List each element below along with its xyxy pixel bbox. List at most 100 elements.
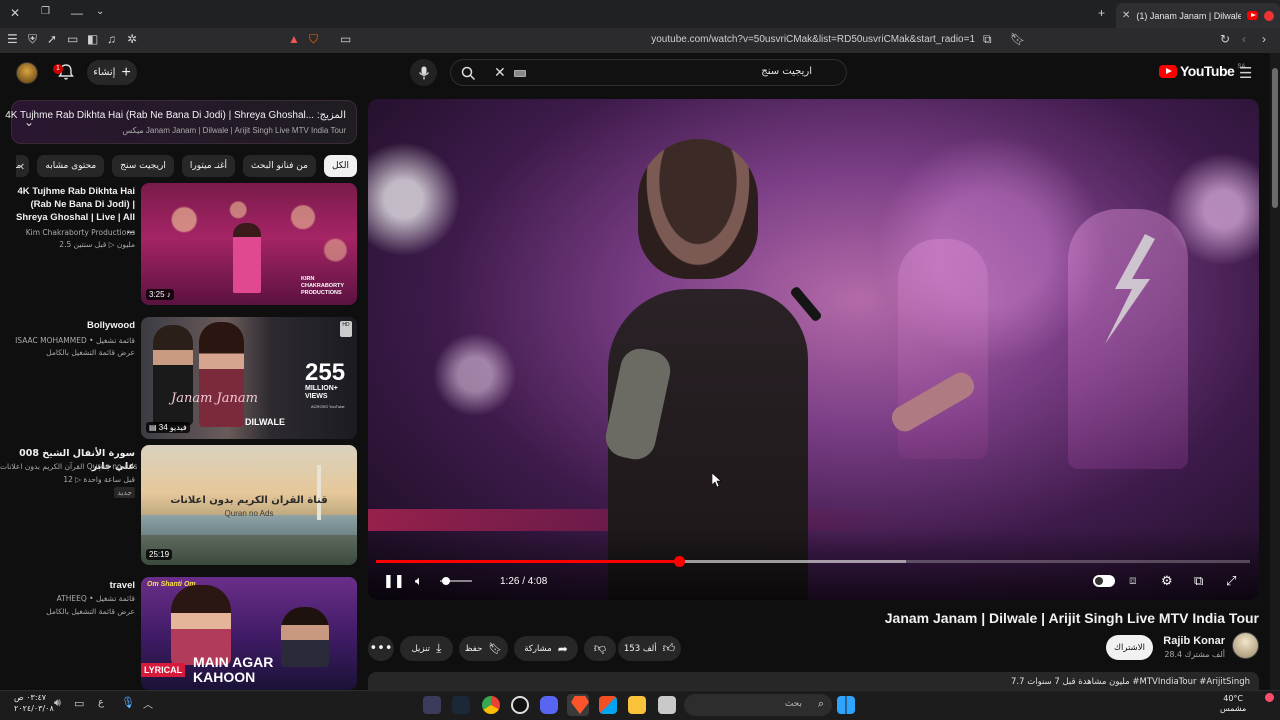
bookmark-icon[interactable]: 🔖︎ [1010,32,1025,46]
fullscreen-icon[interactable]: ⤢ [1226,573,1236,589]
search-icon[interactable] [461,66,476,81]
chip-related-1[interactable]: أغنـ ميتورا [181,155,236,177]
playlist-owner[interactable]: ISAAC MOHAMMED • قائمة تشغيل [0,335,135,346]
music-icon[interactable]: ♫ [107,32,116,46]
related-playlist-item[interactable]: Om Shanti Om LYRICAL MAIN AGAR KAHOON tr… [0,577,357,690]
keyboard-icon[interactable] [514,70,526,77]
reload-icon[interactable]: ↻ [1220,32,1230,46]
playlist-title[interactable]: travel [10,579,135,592]
shield-icon[interactable]: ⛨ [28,32,37,47]
tab-list-chevron-icon[interactable]: ⌄ [96,6,104,17]
like-button[interactable]: 153 ألف 👍︎ [618,636,681,661]
share-button[interactable]: مشاركة ➦ [514,636,578,661]
youtube-logo[interactable]: YouTube SA [1159,63,1245,79]
chip-arijit-singh[interactable]: اريجيت سنج [112,155,174,177]
lake-graphic [141,515,357,535]
screen-cast-icon[interactable]: ▭ [340,32,351,46]
close-tab-icon[interactable]: ✕ [1122,10,1130,21]
related-playlist-item[interactable]: Janam Janam 255 MILLION+ VIEWS ACROSS Yo… [0,317,357,439]
chips-scroll-left-icon[interactable]: ‹ [20,158,24,173]
create-button[interactable]: إنشاء + [87,60,137,85]
taskbar-github-icon[interactable] [511,696,529,714]
speaker-icon[interactable]: 🔊︎ [54,697,61,710]
thumbnail-film-text: DILWALE [245,417,285,427]
view-full-playlist-link[interactable]: عرض قائمة التشغيل بالكامل [0,606,135,617]
video-views: 2.5 مليون ▷ قبل سنتين [59,240,135,249]
thumbnail-lyrical-label: LYRICAL [141,663,186,677]
pause-icon[interactable]: ❚❚ [383,573,405,589]
chip-similar[interactable]: محتوى مشابه [37,155,105,177]
related-video-item[interactable]: KIRN CHAKRABORTY PRODUCTIONS 3:25 ♪ 4K T… [0,183,357,305]
audio-playing-icon[interactable] [1264,10,1274,21]
taskbar-task-view-icon[interactable] [658,696,676,714]
miniplayer-icon[interactable]: ⧉ [1194,573,1203,589]
channel-name[interactable]: Kim Chakraborty Productions [0,227,135,238]
new-tab-plus-icon[interactable]: + [1098,6,1105,20]
taskbar-steam-icon[interactable] [452,696,470,714]
network-icon[interactable]: ▭ [74,697,84,710]
save-label: حفظ [464,643,483,654]
show-hidden-icons-chevron[interactable]: ︿ [143,696,153,711]
taskbar-search-box[interactable]: بحث ⌕ [684,694,832,716]
voice-search-button[interactable] [410,59,437,86]
description-box[interactable]: 7.7 مليون مشاهدة قبل 7 سنوات #MTVIndiaTo… [368,672,1259,692]
subscribe-button[interactable]: الاشتراك [1106,635,1153,660]
account-avatar[interactable] [16,62,38,84]
mix-playlist-header[interactable]: ⌄ المزيج: ...4K Tujhme Rab Dikhta Hai (R… [5,100,357,144]
chip-all[interactable]: الكل [323,155,357,177]
guide-menu-icon[interactable]: ☰ [1239,64,1252,82]
taskbar-discord-icon[interactable] [540,696,558,714]
dislike-button[interactable]: 👎︎ [584,636,616,661]
sidebar-icon[interactable]: ◧ [87,32,98,46]
share-link-icon[interactable]: ⧉ [983,32,992,47]
settings-gear-icon[interactable]: ⚙ [1161,573,1173,589]
more-actions-button[interactable]: ••• [368,636,394,661]
taskbar-file-explorer-icon[interactable] [628,696,646,714]
extensions-icon[interactable]: ✲ [127,32,137,46]
channel-name[interactable]: Rajib Konar [1163,635,1225,647]
taskbar-clock[interactable]: ٠٣:٤٧ ص ٢٠٢٤/٠٣/٠٨ [14,692,54,714]
view-full-playlist-link[interactable]: عرض قائمة التشغيل بالكامل [0,347,135,358]
taskbar-weather[interactable]: 40°C مشمس [1220,694,1246,714]
download-button[interactable]: تنزيل ⤓ [400,636,453,661]
playlist-title[interactable]: Bollywood [10,319,135,332]
microphone-in-use-icon[interactable]: 🎙︎ [121,696,135,709]
back-arrow-icon[interactable]: ‹ [1242,32,1246,46]
brave-rewards-icon[interactable]: ▲ [288,32,300,46]
minimize-window-icon[interactable]: — [71,6,83,20]
video-thumbnail[interactable]: قناة القران الكريم بدون اعلانات Quran no… [141,445,357,565]
video-player[interactable] [368,99,1259,600]
restore-window-icon[interactable]: ❐ [41,6,50,17]
forward-arrow-icon[interactable]: › [1262,32,1266,46]
video-thumbnail[interactable]: KIRN CHAKRABORTY PRODUCTIONS 3:25 ♪ [141,183,357,305]
channel-avatar[interactable] [1232,632,1259,659]
browser-tab-active[interactable]: ✕ (1) Janam Janam | Dilwale | Ar [1116,3,1280,28]
chip-search-artists[interactable]: من فنانو البحث [243,155,316,177]
related-video-item[interactable]: قناة القران الكريم بدون اعلانات Quran no… [0,445,357,565]
tabs-icon[interactable]: ▭ [67,32,78,46]
taskbar-chrome-icon[interactable] [482,696,500,714]
channel-name[interactable]: القرآن الكريم بدون اعلانات Quran no ads [0,461,137,472]
subtitles-icon[interactable]: ⧈ [1129,573,1137,588]
rocket-icon[interactable]: ➚ [47,32,57,46]
windows-start-icon[interactable] [837,696,855,714]
playlist-thumbnail[interactable]: Om Shanti Om LYRICAL MAIN AGAR KAHOON [141,577,357,690]
menu-hamburger-icon[interactable]: ☰ [7,32,18,46]
page-scrollbar-thumb[interactable] [1272,68,1278,208]
volume-icon[interactable]: 🔈︎ [415,573,423,589]
save-button[interactable]: حفظ 🔖︎ [459,636,508,661]
brave-shields-icon[interactable]: ⛉ [309,32,318,47]
playlist-owner[interactable]: ATHEEQ • قائمة تشغيل [0,593,135,604]
close-window-icon[interactable]: ✕ [10,6,20,20]
autoplay-toggle[interactable] [1093,575,1115,587]
search-input[interactable] [562,66,812,77]
clear-search-icon[interactable]: ✕ [494,64,506,81]
taskbar-app-keyboard-icon[interactable] [423,696,441,714]
related-filter-chips: الكل من فنانو البحث أغنـ ميتورا اريجيت س… [16,155,357,177]
language-indicator[interactable]: ع [98,697,104,708]
taskbar-store-icon[interactable] [599,696,617,714]
search-box[interactable]: ✕ [450,59,847,86]
address-bar-url[interactable]: youtube.com/watch?v=50usvriCMak&list=RD5… [630,34,975,45]
playlist-thumbnail[interactable]: Janam Janam 255 MILLION+ VIEWS ACROSS Yo… [141,317,357,439]
taskbar-search-placeholder: بحث [784,699,802,709]
